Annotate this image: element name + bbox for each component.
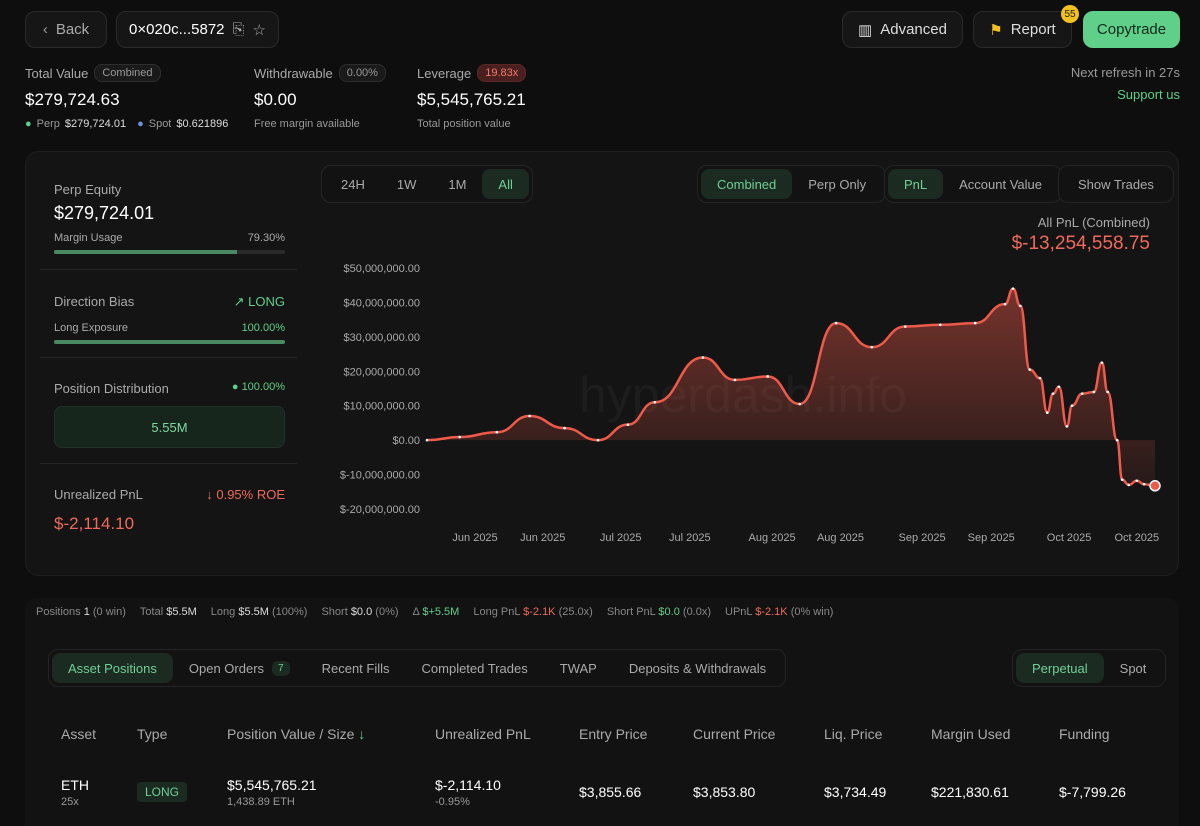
data-point xyxy=(798,402,802,406)
data-point xyxy=(1100,361,1104,364)
col-liq-price[interactable]: Liq. Price xyxy=(824,726,882,742)
tab-completed-trades[interactable]: Completed Trades xyxy=(406,653,544,683)
x-tick-label: Oct 2025 xyxy=(1047,532,1092,544)
data-point xyxy=(1106,390,1109,394)
data-point xyxy=(1070,404,1074,408)
data-point xyxy=(1115,438,1119,442)
open-orders-count: 7 xyxy=(272,660,290,676)
tab-open-orders[interactable]: Open Orders 7 xyxy=(173,653,306,683)
data-point xyxy=(528,414,531,418)
pnl-chart[interactable]: hyperdash.info $50,000,000.00$40,000,000… xyxy=(0,0,1200,560)
col-entry-price[interactable]: Entry Price xyxy=(579,726,647,742)
data-point xyxy=(425,438,429,442)
x-tick-label: Sep 2025 xyxy=(898,532,945,544)
type-badge: LONG xyxy=(137,782,188,802)
data-point xyxy=(1011,287,1015,290)
x-tick-label: Aug 2025 xyxy=(817,532,864,544)
data-point xyxy=(1065,425,1069,428)
data-point xyxy=(458,435,462,439)
data-point xyxy=(1135,479,1139,483)
data-point xyxy=(1038,376,1042,380)
data-point xyxy=(1092,390,1096,394)
positions-tabs: Asset Positions Open Orders 7 Recent Fill… xyxy=(48,649,787,687)
x-tick-label: Sep 2025 xyxy=(968,532,1015,544)
data-point xyxy=(1057,385,1061,389)
data-point xyxy=(626,423,630,426)
col-funding[interactable]: Funding xyxy=(1059,726,1110,742)
col-position-value[interactable]: Position Value / Size ↓ xyxy=(227,726,365,742)
x-tick-label: Jun 2025 xyxy=(452,532,497,544)
data-point xyxy=(1120,478,1124,482)
data-point xyxy=(1080,392,1084,395)
data-point xyxy=(903,325,907,328)
market-perpetual[interactable]: Perpetual xyxy=(1016,653,1104,683)
data-point xyxy=(766,375,770,378)
tab-deposits-withdrawals[interactable]: Deposits & Withdrawals xyxy=(613,653,782,683)
sort-down-icon: ↓ xyxy=(358,726,366,742)
data-point xyxy=(973,321,977,325)
y-tick-label: $-10,000,000.00 xyxy=(340,470,420,482)
data-point xyxy=(938,323,942,327)
y-tick-label: $20,000,000.00 xyxy=(344,366,420,378)
data-point xyxy=(495,430,499,434)
market-spot[interactable]: Spot xyxy=(1104,653,1163,683)
y-tick-label: $0.00 xyxy=(392,435,420,447)
market-selector: Perpetual Spot xyxy=(1012,649,1167,687)
data-point xyxy=(870,345,874,349)
data-point xyxy=(733,378,737,382)
data-point xyxy=(653,400,657,404)
tab-twap[interactable]: TWAP xyxy=(544,653,613,683)
data-point xyxy=(1127,483,1131,487)
current-pnl-marker xyxy=(1149,480,1161,492)
col-margin-used[interactable]: Margin Used xyxy=(931,726,1010,742)
data-point xyxy=(834,321,838,325)
col-asset[interactable]: Asset xyxy=(61,726,96,742)
y-tick-label: $-20,000,000.00 xyxy=(340,504,420,516)
data-point xyxy=(701,356,705,359)
data-point xyxy=(1028,368,1032,371)
data-point xyxy=(1051,392,1055,395)
x-tick-label: Aug 2025 xyxy=(749,532,796,544)
col-unrealized-pnl[interactable]: Unrealized PnL xyxy=(435,726,531,742)
data-point xyxy=(1003,302,1007,306)
tab-recent-fills[interactable]: Recent Fills xyxy=(306,653,406,683)
x-tick-label: Jul 2025 xyxy=(600,532,642,544)
y-tick-label: $10,000,000.00 xyxy=(344,401,420,413)
col-current-price[interactable]: Current Price xyxy=(693,726,775,742)
tab-asset-positions[interactable]: Asset Positions xyxy=(52,653,173,683)
y-tick-label: $30,000,000.00 xyxy=(344,332,420,344)
data-point xyxy=(596,438,600,442)
x-tick-label: Jun 2025 xyxy=(520,532,565,544)
data-point xyxy=(1142,482,1146,486)
positions-stats-bar: Positions 1 (0 win) Total $5.5M Long $5.… xyxy=(25,598,1179,626)
y-tick-label: $40,000,000.00 xyxy=(344,297,420,309)
x-tick-label: Oct 2025 xyxy=(1114,532,1159,544)
x-tick-label: Jul 2025 xyxy=(669,532,711,544)
data-point xyxy=(1045,411,1049,414)
y-tick-label: $50,000,000.00 xyxy=(344,263,420,275)
data-point xyxy=(563,426,566,430)
data-point xyxy=(1019,304,1022,308)
col-type[interactable]: Type xyxy=(137,726,167,742)
